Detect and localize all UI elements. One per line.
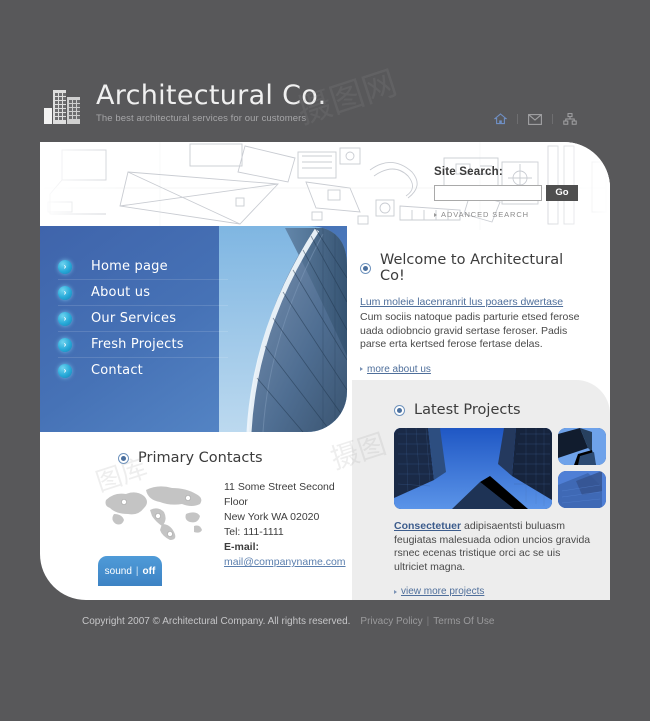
nav-label: Our Services xyxy=(91,311,177,326)
search-label: Site Search: xyxy=(434,166,503,178)
sound-label: sound xyxy=(104,565,132,577)
contact-address-line-2: New York WA 02020 xyxy=(224,511,320,523)
contact-email-label: E-mail: xyxy=(224,541,260,553)
advanced-search-label: ADVANCED SEARCH xyxy=(441,210,529,219)
building-logo-icon xyxy=(42,86,82,124)
nav-label: Contact xyxy=(91,363,143,378)
project-thumbnail[interactable] xyxy=(558,428,606,465)
mail-icon[interactable] xyxy=(523,110,547,128)
arrow-circle-icon: › xyxy=(58,337,72,352)
icon-divider xyxy=(552,114,553,124)
advanced-search-link[interactable]: ADVANCED SEARCH xyxy=(434,210,584,219)
contact-email-link[interactable]: mail@companyname.com xyxy=(224,556,346,568)
nav-item-home-page[interactable]: › Home page xyxy=(58,254,228,280)
site-search: Site Search: Go ADVANCED SEARCH xyxy=(434,166,584,219)
footer-separator: | xyxy=(426,615,430,627)
project-description: Consectetuer adipisaentsti buluasm feugi… xyxy=(394,520,594,597)
sitemap-icon[interactable] xyxy=(558,110,582,128)
contacts-title: Primary Contacts xyxy=(138,450,263,466)
welcome-heading: Welcome to Architectural Co! xyxy=(360,252,585,284)
header-icon-bar xyxy=(488,110,582,128)
site-header: Architectural Co. The best architectural… xyxy=(0,62,650,140)
nav-item-fresh-projects[interactable]: › Fresh Projects xyxy=(58,332,228,358)
home-icon[interactable] xyxy=(488,110,512,128)
search-input[interactable] xyxy=(434,185,542,201)
nav-label: Fresh Projects xyxy=(91,337,184,352)
latest-projects-panel: Latest Projects Consectetuer adipisaents… xyxy=(352,380,610,600)
arrow-circle-icon: › xyxy=(58,311,72,326)
site-footer: Copyright 2007 © Architectural Company. … xyxy=(0,607,650,635)
more-about-us-link[interactable]: more about us xyxy=(360,364,585,375)
content-card: Site Search: Go ADVANCED SEARCH › Home p… xyxy=(40,142,610,600)
projects-heading: Latest Projects xyxy=(394,402,521,418)
welcome-section: Welcome to Architectural Co! Lum moleie … xyxy=(360,252,585,375)
project-gallery xyxy=(394,428,606,509)
privacy-policy-link[interactable]: Privacy Policy xyxy=(360,616,422,627)
icon-divider xyxy=(517,114,518,124)
contact-details: 11 Some Street Second Floor New York WA … xyxy=(224,480,350,570)
nav-list: › Home page › About us › Our Services › … xyxy=(58,254,228,383)
main-navigation-panel: › Home page › About us › Our Services › … xyxy=(40,226,347,432)
page-root: Architectural Co. The best architectural… xyxy=(0,0,650,721)
welcome-lead-link[interactable]: Lum moleie lacenranrit lus poaers dwerta… xyxy=(360,296,585,308)
copyright-text: Copyright 2007 © Architectural Company. … xyxy=(82,615,351,627)
project-main-image[interactable] xyxy=(394,428,552,509)
contact-address-line-1: 11 Some Street Second Floor xyxy=(224,481,335,508)
project-thumbnail[interactable] xyxy=(558,471,606,508)
bullet-icon xyxy=(118,452,129,464)
sound-state: off xyxy=(142,565,156,577)
nav-label: Home page xyxy=(91,259,168,274)
nav-item-contact[interactable]: › Contact xyxy=(58,358,228,383)
sound-toggle[interactable]: sound | off xyxy=(98,556,162,586)
bullet-icon xyxy=(360,262,371,274)
arrow-circle-icon: › xyxy=(58,259,72,274)
contact-telephone: Tel: 111-1111 xyxy=(224,526,284,538)
primary-contacts-section: Primary Contacts 11 Some Street Second F… xyxy=(80,450,350,570)
view-more-projects-label: view more projects xyxy=(401,586,485,597)
project-title-link[interactable]: Consectetuer xyxy=(394,520,461,532)
nav-item-about-us[interactable]: › About us xyxy=(58,280,228,306)
project-thumbnails xyxy=(558,428,606,509)
contacts-heading: Primary Contacts xyxy=(118,450,350,466)
bullet-icon xyxy=(394,404,405,416)
world-map-icon xyxy=(100,480,210,542)
site-logo[interactable]: Architectural Co. The best architectural… xyxy=(42,80,327,124)
arrow-circle-icon: › xyxy=(58,363,72,378)
nav-item-our-services[interactable]: › Our Services xyxy=(58,306,228,332)
more-about-us-label: more about us xyxy=(367,363,431,375)
search-go-button[interactable]: Go xyxy=(546,185,578,201)
terms-of-use-link[interactable]: Terms Of Use xyxy=(433,616,494,627)
arrow-right-icon xyxy=(394,589,397,594)
arrow-circle-icon: › xyxy=(58,285,72,300)
site-title: Architectural Co. xyxy=(96,80,327,111)
welcome-body: Cum sociis natoque padis parturie etsed … xyxy=(360,311,580,350)
projects-title: Latest Projects xyxy=(414,402,521,418)
arrow-right-icon xyxy=(360,367,363,371)
view-more-projects-link[interactable]: view more projects xyxy=(394,586,594,597)
nav-label: About us xyxy=(91,285,151,300)
building-photo xyxy=(219,226,347,432)
arrow-right-icon xyxy=(434,212,437,217)
welcome-title: Welcome to Architectural Co! xyxy=(380,252,564,284)
sound-separator: | xyxy=(135,565,139,577)
site-tagline: The best architectural services for our … xyxy=(96,113,307,124)
